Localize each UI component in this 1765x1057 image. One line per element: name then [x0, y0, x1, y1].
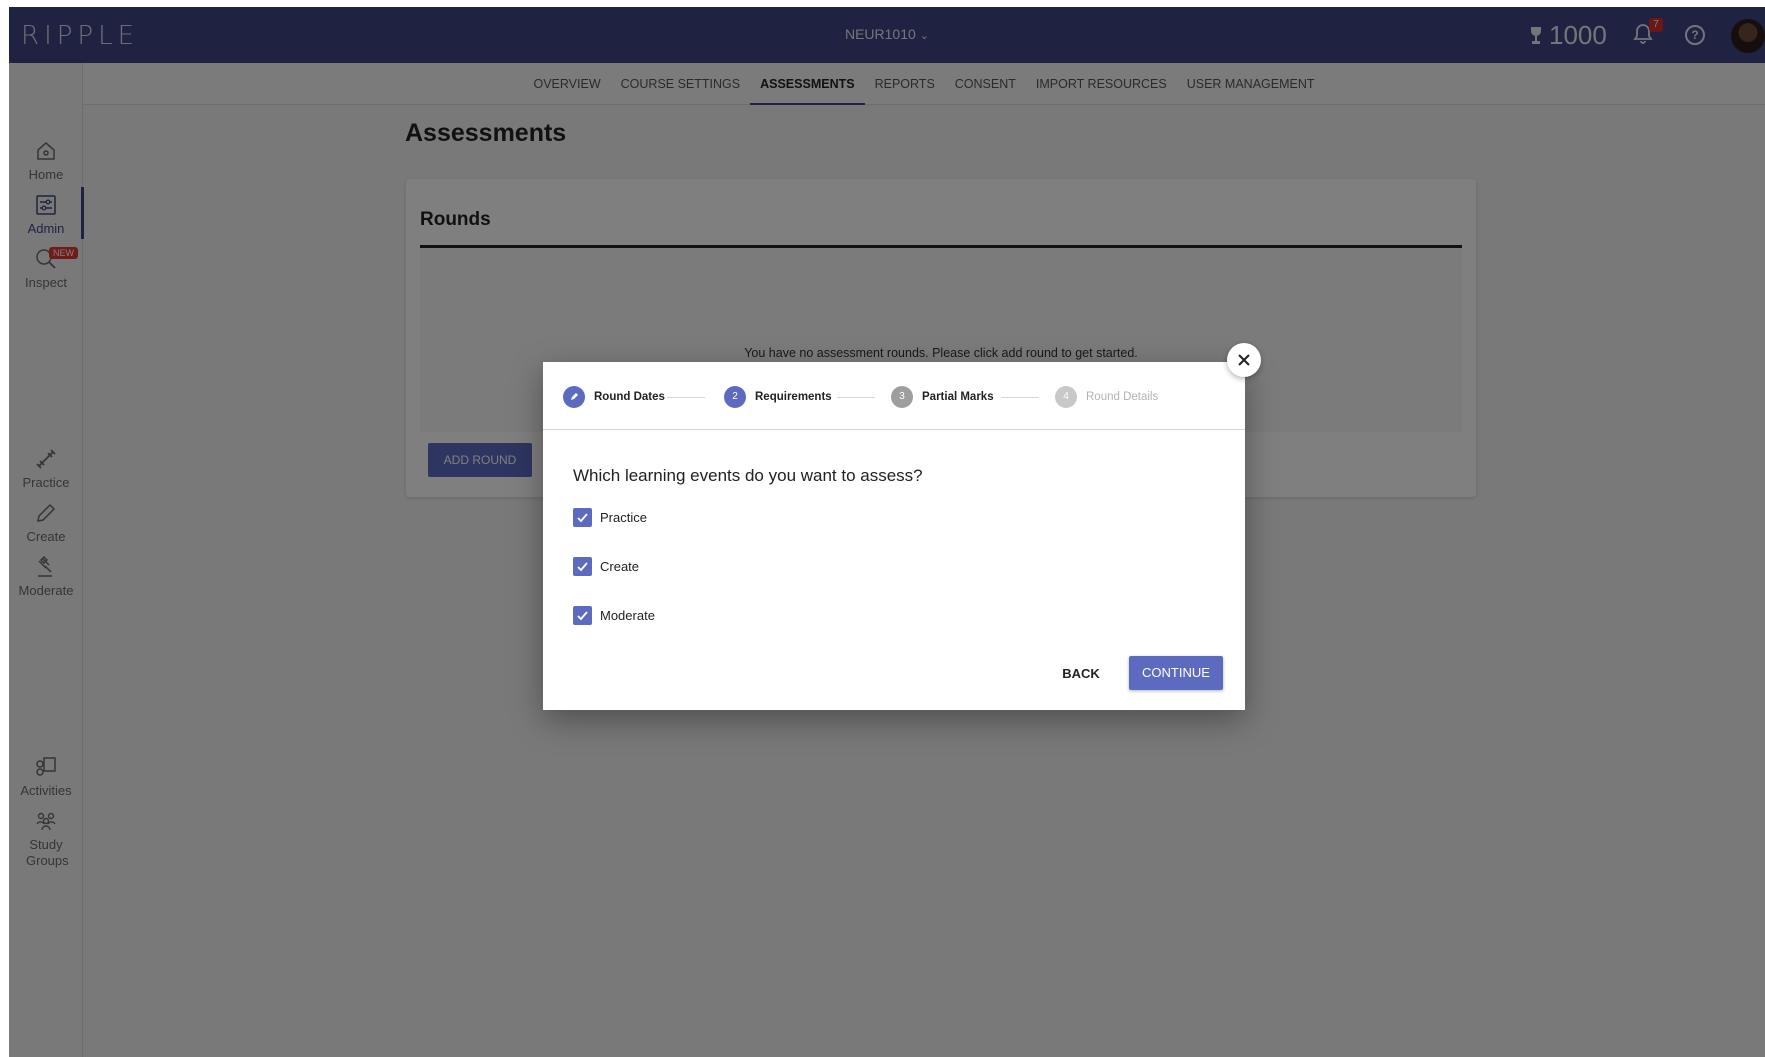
step-round-dates[interactable]: Round Dates	[563, 386, 665, 408]
option-moderate[interactable]: Moderate	[573, 606, 655, 625]
step-partial-marks[interactable]: 3 Partial Marks	[891, 386, 994, 408]
option-create[interactable]: Create	[573, 557, 639, 576]
step-label: Partial Marks	[922, 391, 994, 403]
check-pencil-icon	[563, 386, 585, 408]
option-label: Moderate	[600, 608, 655, 623]
step-number: 4	[1055, 386, 1077, 408]
option-label: Practice	[600, 510, 647, 525]
step-connector	[837, 397, 875, 398]
stepper: Round Dates 2 Requirements 3 Partial Mar…	[543, 362, 1245, 430]
continue-button[interactable]: CONTINUE	[1129, 656, 1223, 690]
step-connector	[1001, 397, 1039, 398]
app-window: RIPPLE NEUR1010⌄ 1000 7 ? Home Admin NEW…	[9, 7, 1765, 1057]
close-icon	[1238, 354, 1250, 366]
check-icon	[577, 562, 588, 572]
round-setup-dialog: Round Dates 2 Requirements 3 Partial Mar…	[543, 362, 1245, 710]
step-requirements[interactable]: 2 Requirements	[724, 386, 832, 408]
step-label: Round Details	[1086, 391, 1159, 403]
step-label: Round Dates	[594, 391, 665, 403]
checkbox-checked[interactable]	[573, 606, 592, 625]
check-icon	[577, 513, 588, 523]
close-dialog-button[interactable]	[1227, 343, 1261, 377]
option-practice[interactable]: Practice	[573, 508, 647, 527]
check-icon	[577, 611, 588, 621]
step-number: 2	[724, 386, 746, 408]
checkbox-checked[interactable]	[573, 508, 592, 527]
step-round-details[interactable]: 4 Round Details	[1055, 386, 1158, 408]
step-number: 3	[891, 386, 913, 408]
option-label: Create	[600, 559, 640, 574]
checkbox-checked[interactable]	[573, 557, 592, 576]
step-label: Requirements	[755, 391, 832, 403]
back-button[interactable]: BACK	[1053, 658, 1109, 690]
dialog-question: Which learning events do you want to ass…	[573, 466, 923, 485]
step-connector	[667, 397, 705, 398]
